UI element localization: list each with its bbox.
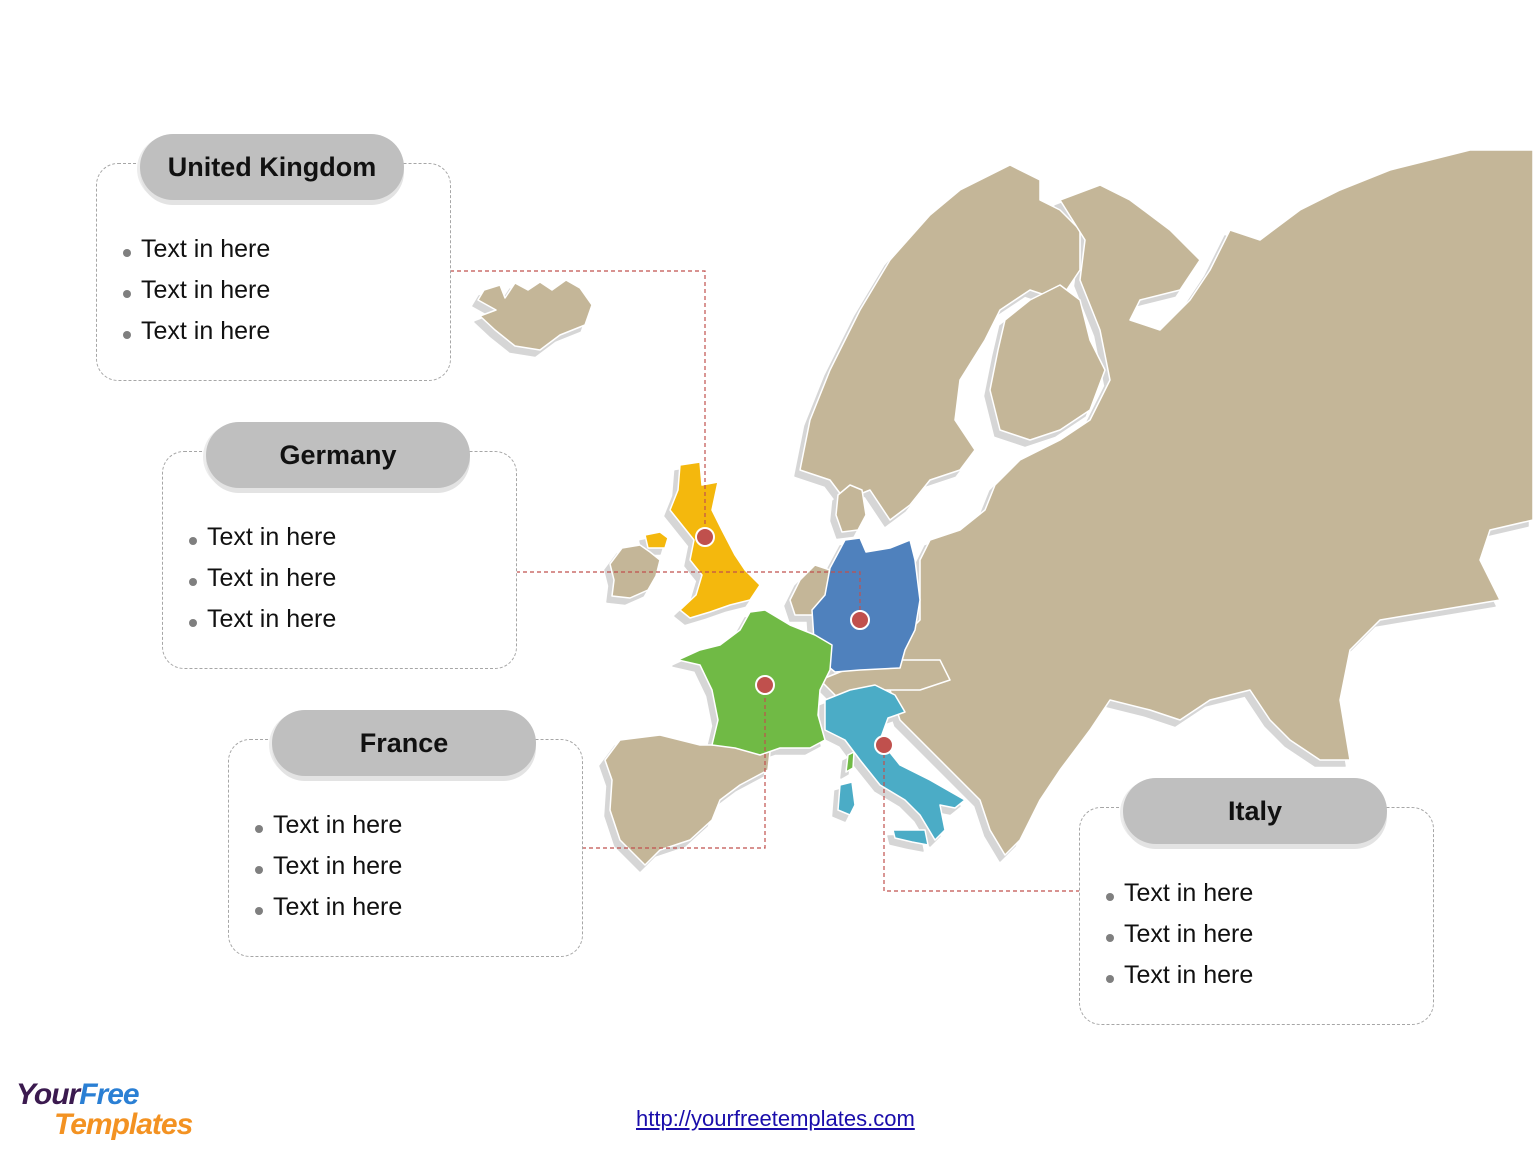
bullet-icon xyxy=(189,577,197,586)
bullet-icon xyxy=(255,865,263,874)
list-item: Text in here xyxy=(189,517,336,558)
marker-italy xyxy=(874,735,894,755)
bullet-icon xyxy=(255,906,263,915)
list-item: Text in here xyxy=(1106,955,1253,996)
list-item: Text in here xyxy=(189,558,336,599)
list-item: Text in here xyxy=(1106,914,1253,955)
bullet-list-uk: Text in here Text in here Text in here xyxy=(123,229,270,352)
bullet-list-france: Text in here Text in here Text in here xyxy=(255,805,402,928)
list-item: Text in here xyxy=(123,229,270,270)
list-item: Text in here xyxy=(189,599,336,640)
country-northern-ireland xyxy=(644,531,669,549)
list-item: Text in here xyxy=(123,311,270,352)
country-sicily xyxy=(892,829,929,846)
marker-france xyxy=(755,675,775,695)
marker-germany xyxy=(850,610,870,630)
bullet-icon xyxy=(1106,933,1114,942)
bullet-icon xyxy=(255,824,263,833)
bullet-icon xyxy=(1106,974,1114,983)
country-finland xyxy=(989,284,1106,441)
country-sardinia xyxy=(837,781,856,816)
bullet-list-italy: Text in here Text in here Text in here xyxy=(1106,873,1253,996)
country-uk xyxy=(669,461,761,619)
country-denmark xyxy=(835,484,867,533)
marker-uk xyxy=(695,527,715,547)
bullet-icon xyxy=(189,618,197,627)
country-france xyxy=(677,609,833,756)
list-item: Text in here xyxy=(255,887,402,928)
country-iceland xyxy=(477,279,593,351)
list-item: Text in here xyxy=(255,805,402,846)
list-item: Text in here xyxy=(255,846,402,887)
list-item: Text in here xyxy=(123,270,270,311)
bullet-icon xyxy=(189,536,197,545)
bullet-icon xyxy=(123,289,131,298)
bullet-icon xyxy=(1106,892,1114,901)
bullet-list-germany: Text in here Text in here Text in here xyxy=(189,517,336,640)
list-item: Text in here xyxy=(1106,873,1253,914)
card-title-italy: Italy xyxy=(1123,778,1387,844)
country-corsica xyxy=(845,751,855,773)
brand-logo: YourFree Templates xyxy=(16,1078,193,1141)
card-title-uk: United Kingdom xyxy=(140,134,404,200)
country-spain-portugal xyxy=(604,734,771,866)
bullet-icon xyxy=(123,248,131,257)
website-link[interactable]: http://yourfreetemplates.com xyxy=(636,1106,915,1132)
card-title-germany: Germany xyxy=(206,422,470,488)
card-title-france: France xyxy=(272,710,536,776)
bullet-icon xyxy=(123,330,131,339)
